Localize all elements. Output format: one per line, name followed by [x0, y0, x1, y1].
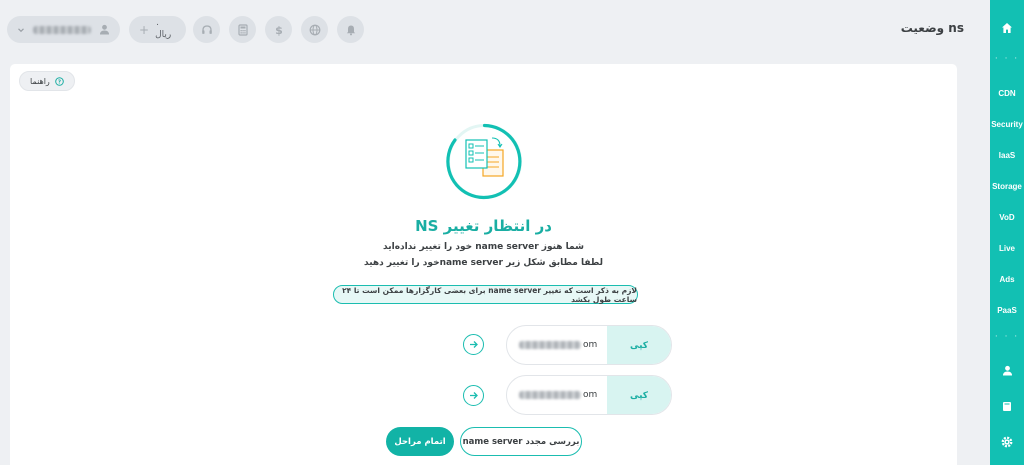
- copy-button[interactable]: کپی: [607, 376, 671, 414]
- arrow-right-icon: [470, 341, 478, 348]
- sidebar-separator: · · ·: [994, 332, 1020, 342]
- name-server-value: om: [519, 390, 597, 400]
- sidebar-item-vod[interactable]: VoD: [990, 202, 1024, 233]
- chevron-down-icon: [18, 27, 24, 32]
- name-server-field: om کپی: [506, 375, 672, 415]
- language-button[interactable]: [301, 16, 328, 43]
- sidebar-user[interactable]: [990, 352, 1024, 388]
- help-icon: ?: [54, 76, 64, 86]
- svg-text:?: ?: [58, 79, 61, 85]
- sidebar-settings[interactable]: [990, 424, 1024, 460]
- user-icon: [100, 24, 109, 35]
- guide-label: راهنما: [30, 76, 50, 86]
- support-button[interactable]: [193, 16, 220, 43]
- name-server-row: om کپی: [506, 325, 672, 365]
- page-title: وضعیت ns: [900, 21, 964, 35]
- sidebar-item-security[interactable]: Security: [990, 109, 1024, 140]
- status-instruction: لطفا مطابق شکل زیر name serverخود را تغی…: [364, 258, 603, 268]
- wallet-balance[interactable]: + ۰ ریال: [129, 16, 186, 43]
- bell-icon: [346, 25, 355, 35]
- ns-status-card: راهنما ? در انتظار تغییر NS شما هنوز nam…: [10, 64, 957, 465]
- finish-steps-button[interactable]: اتمام مراحل: [386, 427, 454, 456]
- status-title: در انتظار تغییر NS: [415, 217, 552, 235]
- account-menu[interactable]: [7, 16, 120, 43]
- globe-icon: [309, 24, 320, 35]
- sidebar: · · · CDN Security IaaS Storage VoD Live…: [990, 0, 1024, 465]
- ns-arrow-button[interactable]: [463, 334, 484, 355]
- home-icon: [1002, 23, 1012, 33]
- user-icon: [1002, 365, 1012, 375]
- calculator-icon: [237, 23, 248, 36]
- propagation-notice: لازم به ذکر است که تغییر name server برا…: [333, 285, 638, 304]
- sidebar-item-storage[interactable]: Storage: [990, 171, 1024, 202]
- notifications-button[interactable]: [337, 16, 364, 43]
- add-credit-icon: +: [139, 22, 150, 37]
- sidebar-item-ads[interactable]: Ads: [990, 264, 1024, 295]
- sidebar-item-cdn[interactable]: CDN: [990, 78, 1024, 109]
- balance-amount: ۰ ریال: [155, 19, 172, 40]
- account-name: [33, 25, 91, 34]
- status-description: شما هنوز name server خود را تغییر نداده‌…: [383, 242, 584, 252]
- dollar-icon: $: [275, 24, 283, 36]
- name-server-row: om کپی: [506, 375, 672, 415]
- sidebar-item-paas[interactable]: PaaS: [990, 295, 1024, 326]
- recheck-name-server-button[interactable]: بررسی مجدد name server: [460, 427, 582, 456]
- sidebar-home[interactable]: [990, 0, 1024, 56]
- sidebar-item-live[interactable]: Live: [990, 233, 1024, 264]
- guide-button[interactable]: راهنما ?: [19, 71, 75, 91]
- arrow-right-icon: [470, 392, 478, 399]
- headset-icon: [201, 24, 212, 34]
- book-icon: [1003, 401, 1011, 411]
- copy-button[interactable]: کپی: [607, 326, 671, 364]
- name-server-field: om کپی: [506, 325, 672, 365]
- calculator-button[interactable]: [229, 16, 256, 43]
- gear-icon: [1001, 436, 1013, 448]
- sidebar-book[interactable]: [990, 388, 1024, 424]
- ns-arrow-button[interactable]: [463, 385, 484, 406]
- svg-text:$: $: [275, 24, 283, 36]
- billing-button[interactable]: $: [265, 16, 292, 43]
- pending-status-illustration: [446, 123, 522, 200]
- name-server-value: om: [519, 340, 597, 350]
- sidebar-item-iaas[interactable]: IaaS: [990, 140, 1024, 171]
- sidebar-separator: · · ·: [994, 54, 1020, 64]
